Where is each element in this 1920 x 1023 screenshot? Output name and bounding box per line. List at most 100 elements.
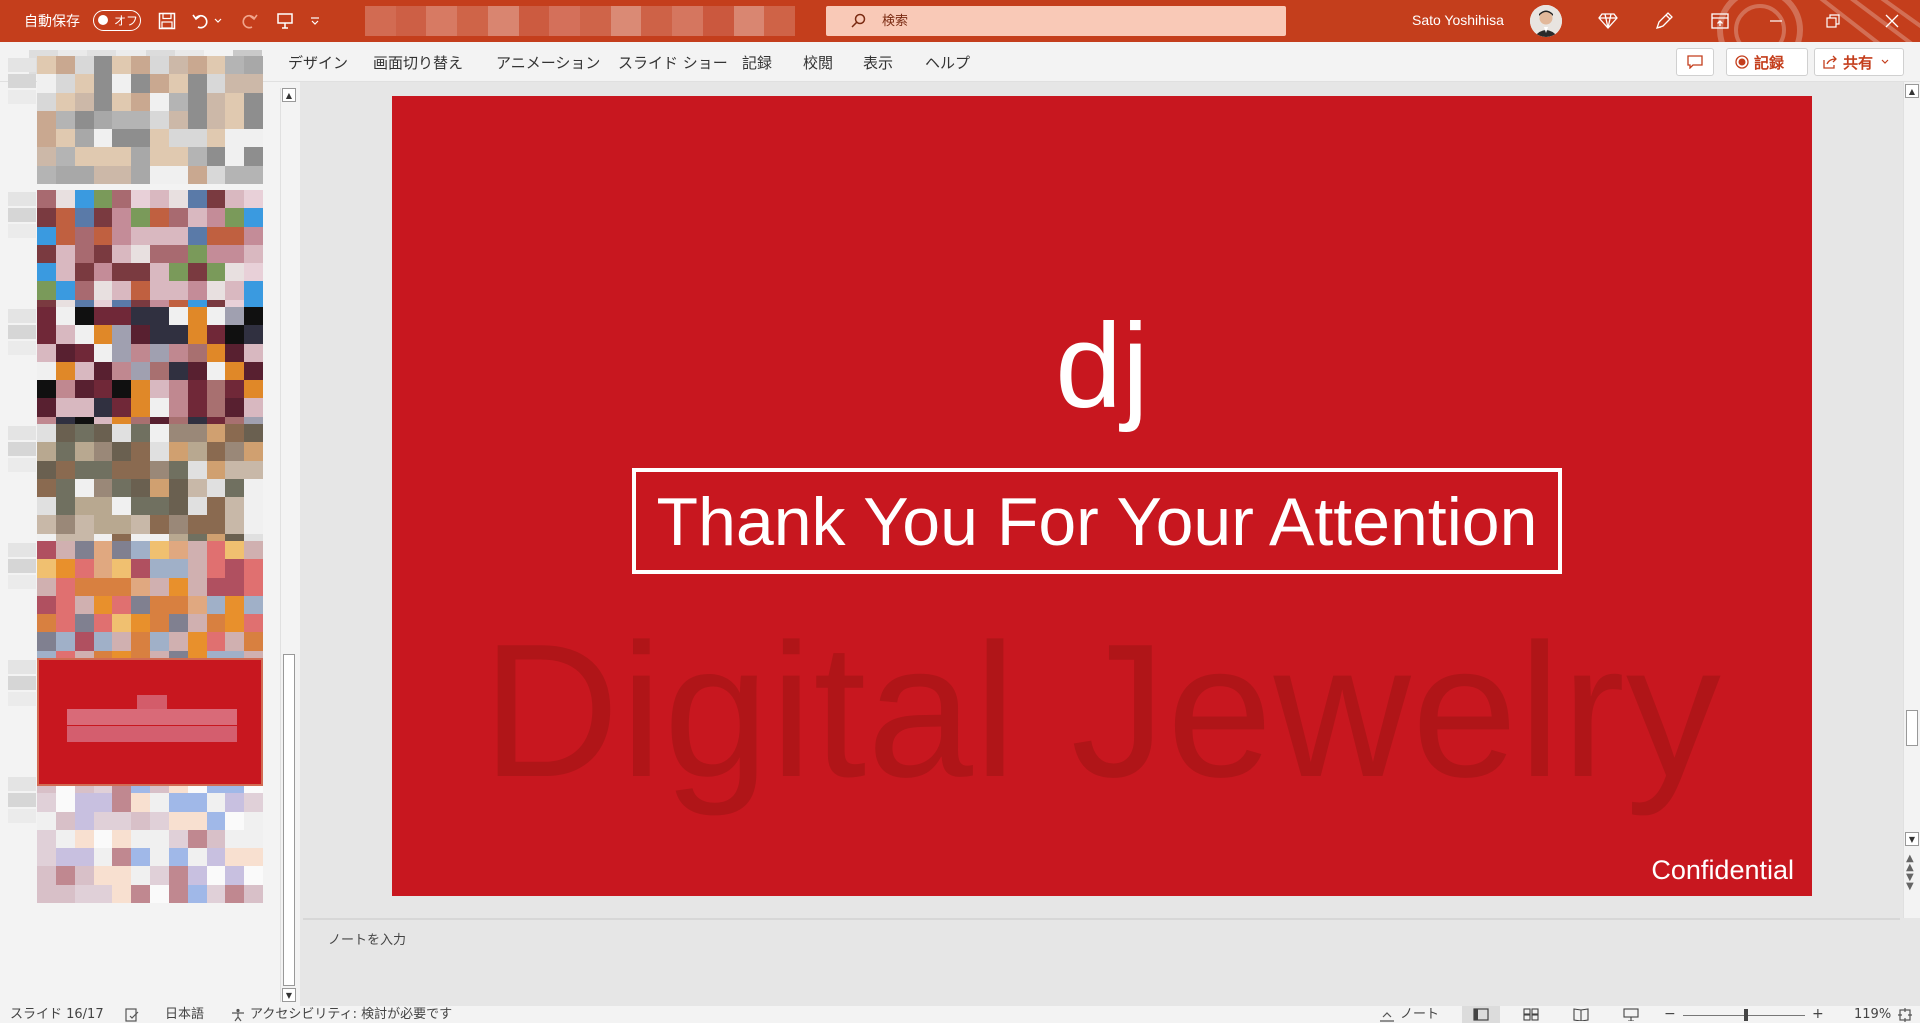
tab-review[interactable]: 校閲 <box>803 52 833 73</box>
slide-counter[interactable]: スライド 16/17 <box>10 1006 104 1023</box>
minimize-button[interactable] <box>1756 6 1796 36</box>
tab-view[interactable]: 表示 <box>863 52 893 73</box>
scroll-down-button[interactable]: ▼ <box>1905 832 1919 846</box>
tab-animations[interactable]: アニメーション <box>496 52 600 73</box>
slide-thumbnail[interactable] <box>37 541 263 669</box>
ribbon-display-options-button[interactable] <box>1700 6 1740 36</box>
save-button[interactable] <box>154 8 180 34</box>
spellcheck-icon[interactable] <box>125 1008 139 1022</box>
thumbnail-pixel <box>93 190 113 209</box>
search-input[interactable] <box>882 6 1272 36</box>
notes-toggle[interactable]: ノート <box>1400 1006 1439 1023</box>
thumbnail-number-pixel <box>8 575 36 589</box>
slide-sorter-view-button[interactable] <box>1512 1006 1550 1023</box>
autosave-toggle[interactable]: オフ <box>93 10 141 31</box>
thumbnail-pixel <box>131 884 150 903</box>
slide-editor[interactable]: Digital Jewelry dj Thank You For Your At… <box>303 82 1900 918</box>
premium-button[interactable] <box>1588 6 1628 36</box>
tab-slideshow[interactable]: スライド ショー <box>618 52 728 73</box>
thumbnail-pixel <box>55 541 75 560</box>
tab-record[interactable]: 記録 <box>742 52 772 73</box>
thumbnail-pixel <box>112 361 132 381</box>
tab-transitions[interactable]: 画面切り替え <box>373 52 463 73</box>
record-icon <box>1735 55 1749 69</box>
tab-design[interactable]: デザイン <box>288 52 348 73</box>
thumbnail-pixel <box>187 398 207 417</box>
slide-thumbnail[interactable] <box>37 190 263 318</box>
thumbnail-pixel <box>150 829 169 849</box>
slide-thumbnail[interactable] <box>37 307 263 435</box>
user-name[interactable]: Sato Yoshihisa <box>1412 12 1504 28</box>
next-slide-button[interactable]: ▼ ▼ <box>1906 873 1914 892</box>
slide-footer[interactable]: Confidential <box>1651 855 1794 886</box>
slide-headline-box[interactable]: Thank You For Your Attention <box>632 468 1562 574</box>
fit-to-window-icon[interactable] <box>1898 1008 1912 1022</box>
slideshow-view-button[interactable] <box>1612 1006 1650 1023</box>
thumbnail-pixel <box>112 325 132 344</box>
zoom-out-button[interactable]: − <box>1664 1006 1676 1023</box>
thumbnail-pixel <box>225 307 245 326</box>
record-button[interactable]: 記録 <box>1726 48 1808 76</box>
thumbnail-pixel <box>244 361 263 381</box>
tab-help[interactable]: ヘルプ <box>925 52 970 73</box>
slide-thumbnail[interactable] <box>37 56 263 184</box>
thumbnail-number-pixel <box>8 208 36 222</box>
thumbnail-pixel <box>74 74 94 93</box>
slide-thumbnail[interactable] <box>37 424 263 552</box>
zoom-slider-thumb[interactable] <box>1744 1009 1748 1021</box>
present-from-start-button[interactable] <box>272 8 298 34</box>
language-indicator[interactable]: 日本語 <box>165 1006 204 1023</box>
thumbnail-pixel <box>168 595 188 615</box>
zoom-in-button[interactable]: + <box>1812 1006 1824 1023</box>
scroll-up-button[interactable]: ▲ <box>282 88 296 102</box>
thumbnail-pixel <box>93 442 113 461</box>
slide-headline[interactable]: Thank You For Your Attention <box>636 488 1558 556</box>
undo-icon <box>192 14 208 29</box>
undo-dropdown[interactable] <box>211 8 225 34</box>
thumbnail-pixel <box>93 829 113 849</box>
restore-button[interactable] <box>1813 6 1853 36</box>
thumbnail-pixel <box>55 281 75 300</box>
notes-input[interactable] <box>328 929 928 951</box>
close-button[interactable] <box>1872 6 1912 36</box>
scrollbar-thumb[interactable] <box>1906 710 1918 746</box>
slide-logo-text[interactable]: dj <box>392 306 1812 426</box>
current-slide[interactable]: Digital Jewelry dj Thank You For Your At… <box>392 96 1812 896</box>
thumbnail-pixel <box>112 793 132 812</box>
zoom-level[interactable]: 119% <box>1854 1006 1891 1023</box>
thumbnail-pixel <box>112 442 132 461</box>
thumbnail-pixel <box>206 497 226 516</box>
thumbnail-pixel <box>150 307 169 326</box>
avatar[interactable] <box>1530 5 1562 37</box>
designer-button[interactable] <box>1644 6 1684 36</box>
slide-thumbnail[interactable] <box>37 775 263 903</box>
thumbnail-pixel <box>150 398 169 417</box>
comments-button[interactable] <box>1676 48 1714 76</box>
thumbnail-pixel <box>55 614 75 633</box>
previous-slide-button[interactable]: ▲ ▲ <box>1906 854 1914 873</box>
scroll-down-button[interactable]: ▼ <box>282 988 296 1002</box>
normal-view-button[interactable] <box>1462 1006 1500 1023</box>
slide-thumbnail-current[interactable] <box>37 658 263 786</box>
slide-scrollbar[interactable]: ▲ ▼ ▲ ▲ ▼ ▼ <box>1903 82 1920 918</box>
thumbnail-pixel <box>37 208 56 227</box>
thumbnail-pixel <box>55 380 75 399</box>
redo-button[interactable] <box>236 8 262 34</box>
ribbon-tabs: デザイン 画面切り替え アニメーション スライド ショー 記録 校閲 表示 ヘル… <box>0 42 1920 82</box>
scrollbar-thumb[interactable] <box>283 654 295 986</box>
scroll-up-button[interactable]: ▲ <box>1905 84 1919 98</box>
accessibility-status[interactable]: アクセシビリティ: 検討が必要です <box>250 1006 452 1023</box>
thumbnail-pixel <box>150 129 169 148</box>
thumbnail-pixel <box>150 632 169 651</box>
notes-pane[interactable] <box>303 918 1900 1006</box>
thumbnail-pixel <box>168 577 188 596</box>
customize-qat-button[interactable] <box>306 8 324 34</box>
search-box[interactable] <box>826 6 1286 36</box>
share-button[interactable]: 共有 <box>1814 48 1904 76</box>
thumbnail-pixel <box>150 361 169 381</box>
slide-thumbnail-pane[interactable] <box>0 56 300 1006</box>
thumbnail-scrollbar[interactable]: ▲ ▼ <box>280 88 297 1002</box>
document-title[interactable] <box>365 6 796 36</box>
reading-view-button[interactable] <box>1562 1006 1600 1023</box>
thumbnail-pixel <box>74 811 94 830</box>
